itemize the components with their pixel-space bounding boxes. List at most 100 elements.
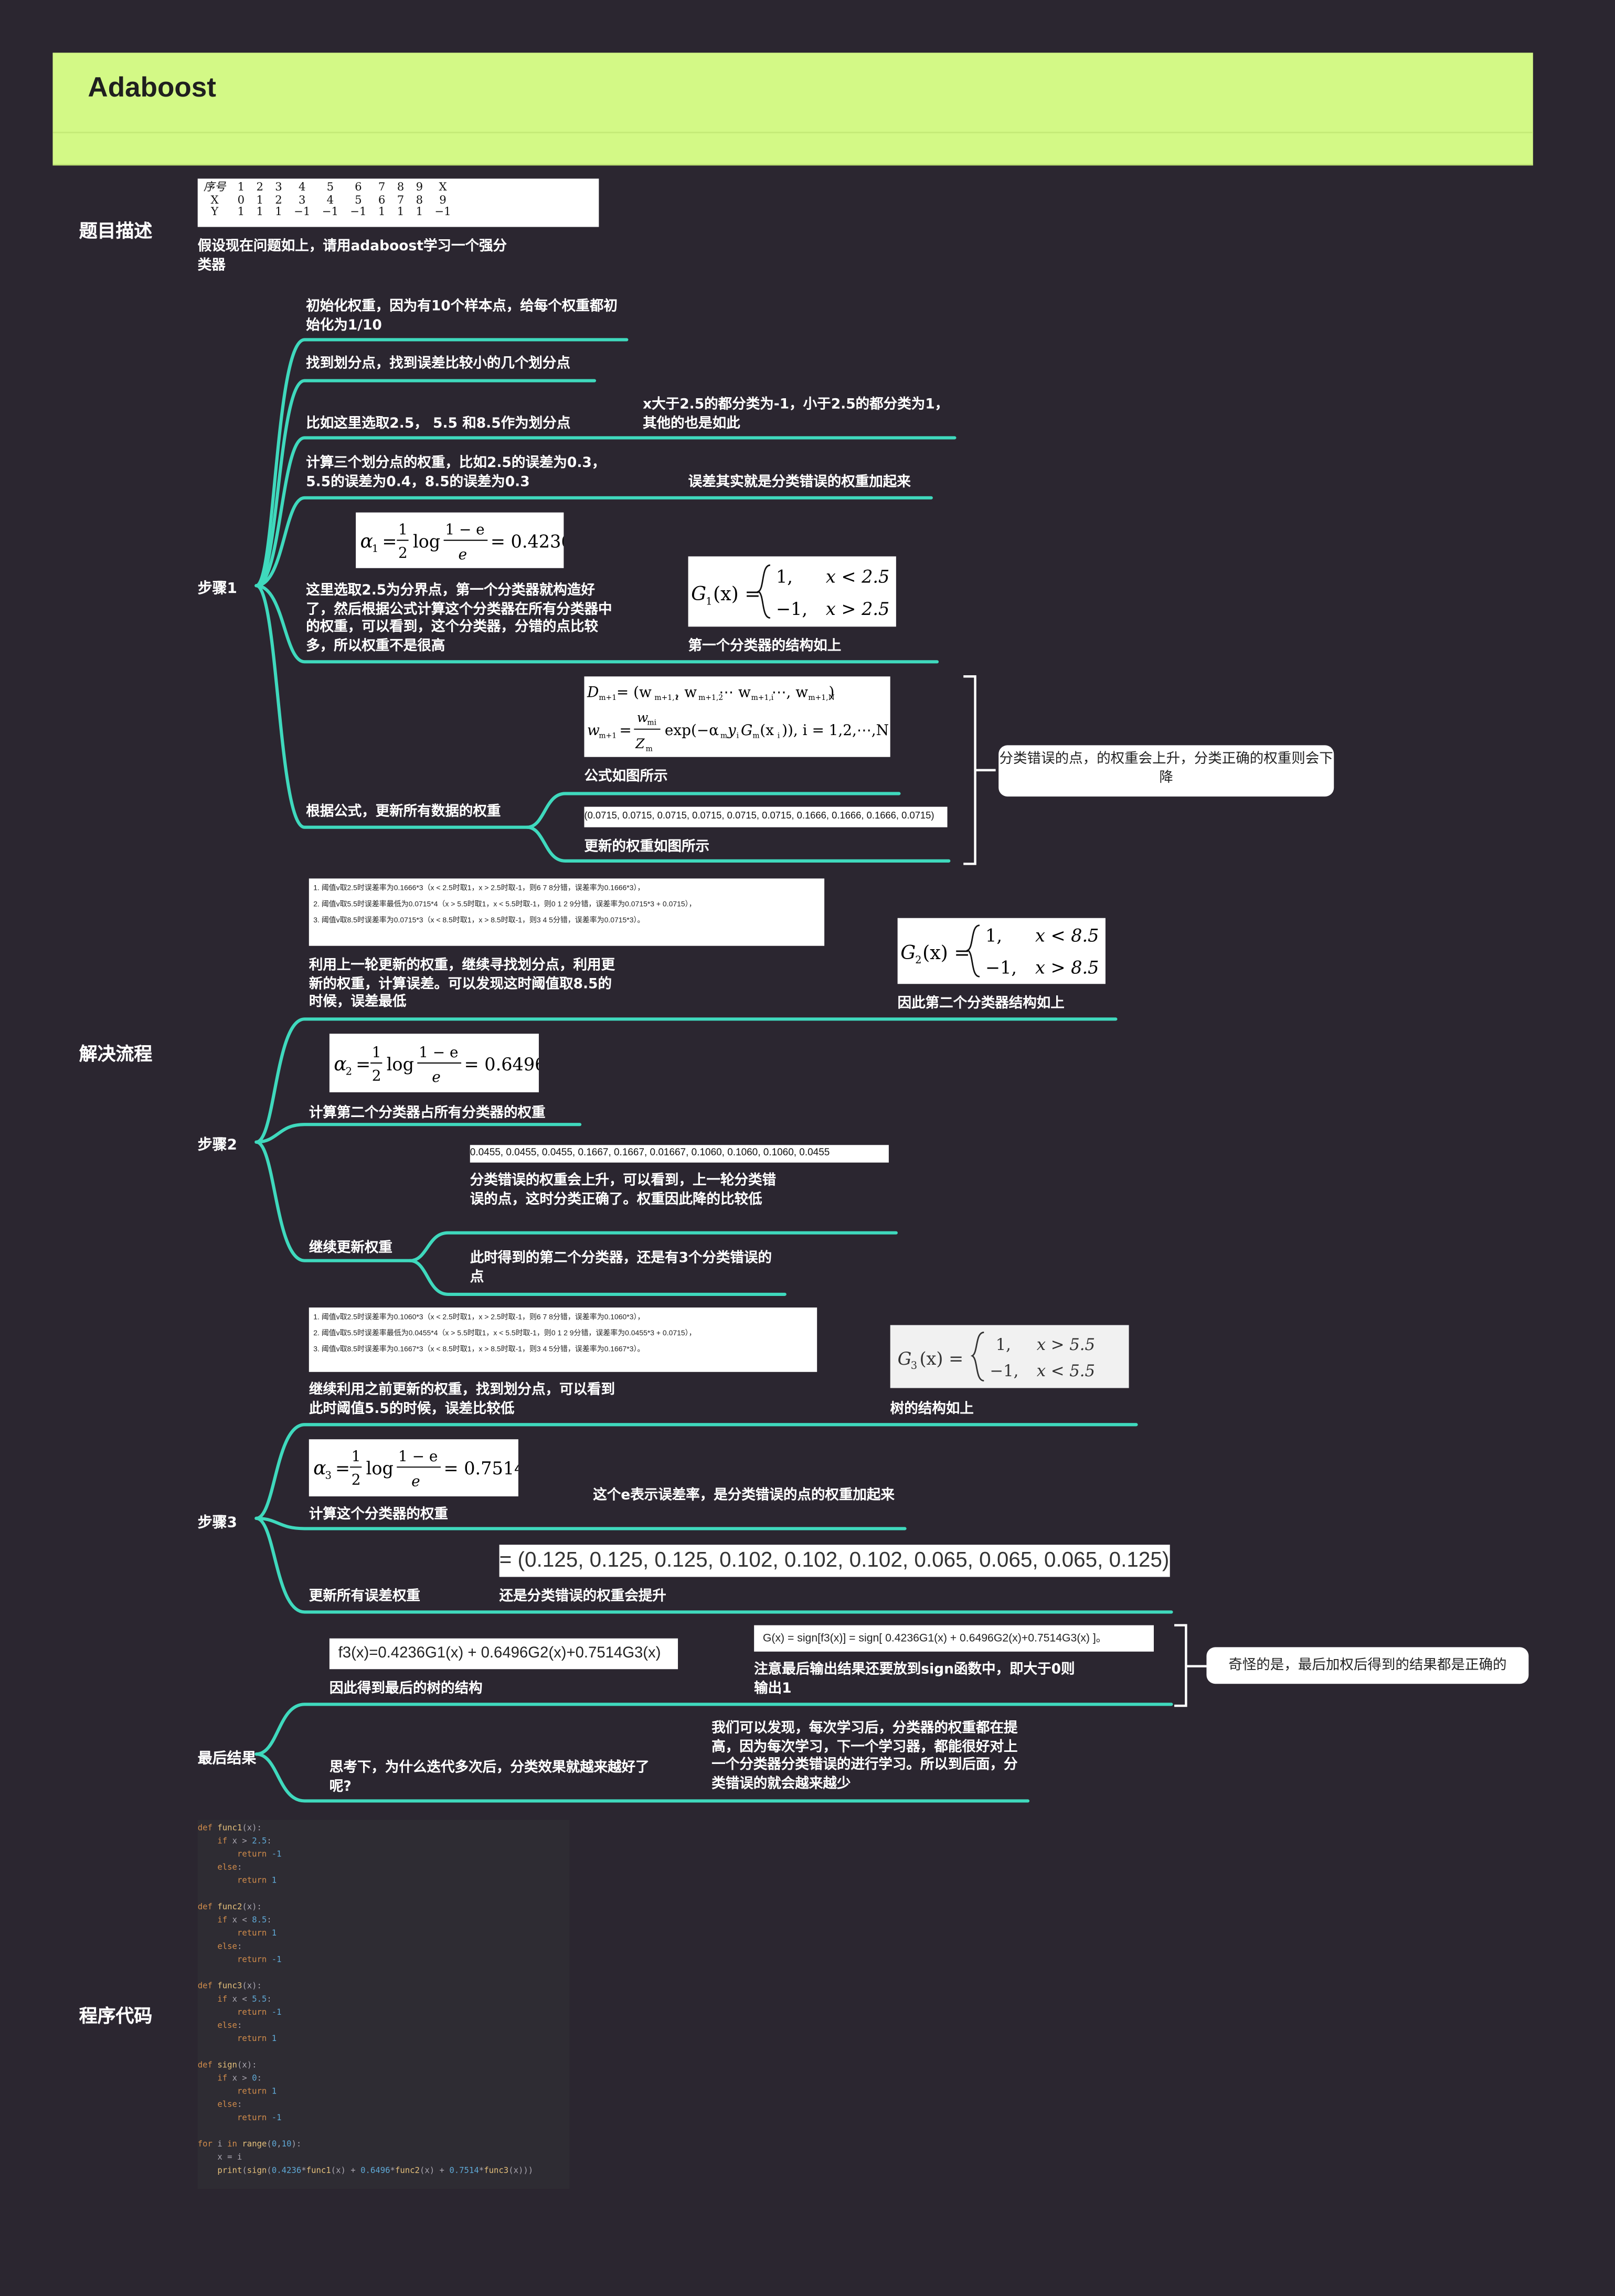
- step1-weights-label: 更新的权重如图所示: [584, 839, 710, 855]
- step3-use: 继续利用之前更新的权重，找到划分点，可以看到此时阈值5.5的时候，误差比较低: [309, 1382, 615, 1417]
- svg-text:m: m: [720, 731, 727, 740]
- step2-alpha-label: 计算第二个分类器占所有分类器的权重: [309, 1105, 546, 1122]
- svg-text:mi: mi: [647, 718, 656, 727]
- svg-text:(x: (x: [760, 721, 774, 739]
- svg-text:x < 5.5: x < 5.5: [1037, 1362, 1095, 1380]
- step3-weights: = (0.125, 0.125, 0.125, 0.102, 0.102, 0.…: [499, 1545, 1170, 1577]
- step2-threshold-1: 1. 阈值v取2.5时误差率为0.1666*3（x < 2.5时取1，x > 2…: [313, 884, 645, 894]
- svg-text:): ): [828, 683, 834, 700]
- svg-text:m+1: m+1: [599, 694, 617, 702]
- svg-text:i: i: [737, 731, 739, 740]
- problem-table-cell: −1: [294, 205, 311, 219]
- final-question: 思考下，为什么迭代多次后，分类效果就越来越好了呢?: [329, 1760, 650, 1794]
- svg-text:1: 1: [706, 596, 712, 608]
- svg-text:⋯ w: ⋯ w: [719, 683, 751, 700]
- svg-text:x < 8.5: x < 8.5: [1035, 925, 1099, 945]
- step1-label: 步骤1: [197, 581, 237, 598]
- svg-text:=: =: [619, 721, 631, 739]
- step2-weights-note: 分类错误的权重会上升，可以看到，上一轮分类错误的点，这时分类正确了。权重因此降的…: [470, 1173, 777, 1207]
- step3-alpha-formula: α 3 = 1 2 log 1 − e e = 0.7514: [309, 1439, 525, 1496]
- step1-choose-note: x大于2.5的都分类为-1，小于2.5的都分类为1，其他的也是如此: [643, 397, 949, 431]
- step2-threshold-2: 2. 阈值v取5.5时误差率最低为0.0715*4（x > 5.5时取1，x <…: [313, 900, 696, 909]
- problem-table-cell: Y: [211, 205, 219, 219]
- step3-g3-note: 树的结构如上: [890, 1401, 974, 1418]
- svg-text:m+1,i: m+1,i: [751, 694, 774, 702]
- step3-alpha-note: 这个e表示误差率，是分类错误的点的权重加起来: [593, 1487, 895, 1504]
- svg-text:i: i: [778, 731, 780, 740]
- svg-text:1,: 1,: [996, 1336, 1011, 1354]
- step3-threshold-1: 1. 阈值v取2.5时误差率为0.1060*3（x < 2.5时取1，x > 2…: [313, 1313, 645, 1322]
- problem-table-cell: −1: [322, 205, 338, 219]
- svg-text:1,: 1,: [776, 567, 793, 587]
- svg-text:D: D: [587, 683, 599, 700]
- svg-text:1: 1: [352, 1448, 361, 1465]
- svg-text:(x) =: (x) =: [922, 941, 970, 964]
- final-answer: 我们可以发现，每次学习后，分类器的权重都在提高，因为每次学习，下一个学习器，都能…: [711, 1720, 1018, 1792]
- svg-text:G: G: [898, 1348, 912, 1369]
- svg-text:x < 2.5: x < 2.5: [826, 567, 889, 587]
- svg-text:e: e: [458, 546, 467, 563]
- problem-table-cell: 1: [275, 205, 282, 219]
- problem-data-table: 序号 1 2 3 4 5 6 7 8 9 X X 0 1 2 3 4 5 6 7 8 9 Y 1 1 1 −1 −1 −1 1 1 1 −1: [197, 178, 599, 227]
- step1-g1-note: 第一个分类器的结构如上: [688, 638, 842, 655]
- problem-table-cell: X: [439, 180, 447, 194]
- problem-table-cell: 1: [416, 205, 423, 219]
- svg-text:= 0.6496: = 0.6496: [464, 1054, 539, 1075]
- svg-text:3: 3: [325, 1470, 332, 1482]
- step3-thresholds: 1. 阈值v取2.5时误差率为0.1060*3（x < 2.5时取1，x > 2…: [309, 1308, 817, 1372]
- step2-label: 步骤2: [197, 1138, 237, 1154]
- problem-table-cell: 6: [355, 180, 362, 194]
- step1-weights: (0.0715, 0.0715, 0.0715, 0.0715, 0.0715,…: [584, 806, 948, 827]
- svg-text:2: 2: [372, 1067, 381, 1084]
- step1-calc: 计算三个划分点的权重，比如2.5的误差为0.3，5.5的误差为0.4，8.5的误…: [306, 455, 606, 490]
- svg-text:log: log: [387, 1054, 414, 1075]
- step1-find: 找到划分点，找到误差比较小的几个划分点: [306, 356, 570, 372]
- problem-table-cell: 1: [237, 180, 245, 194]
- step3-alpha-label: 计算这个分类器的权重: [309, 1506, 448, 1523]
- svg-text:2: 2: [352, 1471, 361, 1489]
- step3-label: 步骤3: [197, 1515, 237, 1532]
- step2-g2-note: 因此第二个分类器结构如上: [897, 995, 1065, 1012]
- step1-g1-formula: G 1 (x) = 1, x < 2.5 −1, x > 2.5: [688, 556, 896, 627]
- svg-text:m: m: [752, 731, 759, 740]
- final-sign: G(x) = sign[f3(x)] = sign[ 0.4236G1(x) +…: [754, 1625, 1154, 1652]
- code-block: def func1(x): if x > 2.5: return -1 else…: [197, 1820, 570, 2189]
- final-label: 最后结果: [197, 1751, 257, 1768]
- svg-text:−1,: −1,: [985, 958, 1017, 978]
- step2-g2-formula: G 2 (x) = 1, x < 8.5 −1, x > 8.5: [897, 918, 1106, 984]
- svg-text:= (w: = (w: [617, 683, 652, 700]
- svg-text:α: α: [360, 530, 373, 552]
- svg-text:=: =: [382, 532, 397, 552]
- svg-text:2: 2: [398, 544, 408, 561]
- final-f3-label: 因此得到最后的树的结构: [329, 1681, 483, 1697]
- svg-text:=: =: [335, 1458, 350, 1479]
- problem-table-cell: 1: [378, 205, 386, 219]
- svg-text:2: 2: [346, 1065, 352, 1077]
- code-text: def func1(x): if x > 2.5: return -1 else…: [197, 1824, 534, 2176]
- svg-text:1 − e: 1 − e: [445, 521, 484, 538]
- problem-table-cell: 1: [256, 205, 263, 219]
- svg-text:y: y: [727, 721, 737, 739]
- problem-table-row: 序号 1 2 3 4 5 6 7 8 9 X: [198, 180, 457, 194]
- section-process: 解决流程: [79, 1042, 153, 1065]
- step1-side-note: 分类错误的点，的权重会上升，分类正确的权重则会下降: [998, 745, 1334, 797]
- svg-text:e: e: [411, 1472, 420, 1490]
- step2-threshold-3: 3. 阈值v取8.5时误差率为0.0715*3（x < 8.5时取1，x > 8…: [313, 916, 645, 926]
- problem-table-row: Y 1 1 1 −1 −1 −1 1 1 1 −1: [198, 205, 457, 219]
- step2-alpha-formula: α 2 = 1 2 log 1 − e e = 0.6496: [329, 1034, 546, 1092]
- svg-text:3: 3: [911, 1359, 917, 1372]
- svg-text:e: e: [432, 1068, 441, 1086]
- step1-alpha-formula: α 1 = 1 2 log 1 − e e = 0.4236: [356, 512, 572, 568]
- svg-text:= 0.4236: = 0.4236: [491, 532, 564, 552]
- svg-text:w: w: [587, 721, 600, 739]
- svg-text:1: 1: [372, 1044, 381, 1061]
- step2-thresholds: 1. 阈值v取2.5时误差率为0.1666*3（x < 2.5时取1，x > 2…: [309, 878, 825, 946]
- svg-text:w: w: [637, 710, 649, 725]
- problem-table-cell: −1: [350, 205, 367, 219]
- section-problem: 题目描述: [79, 219, 153, 242]
- step1-update-formula: D m+1 = (w m+1,1 , w m+1,2 ⋯ w m+1,i ⋯, …: [584, 676, 890, 757]
- step1-update: 根据公式，更新所有数据的权重: [306, 804, 501, 820]
- svg-text:2: 2: [915, 954, 921, 966]
- problem-table-cell: 7: [378, 180, 386, 194]
- svg-text:1: 1: [372, 543, 378, 555]
